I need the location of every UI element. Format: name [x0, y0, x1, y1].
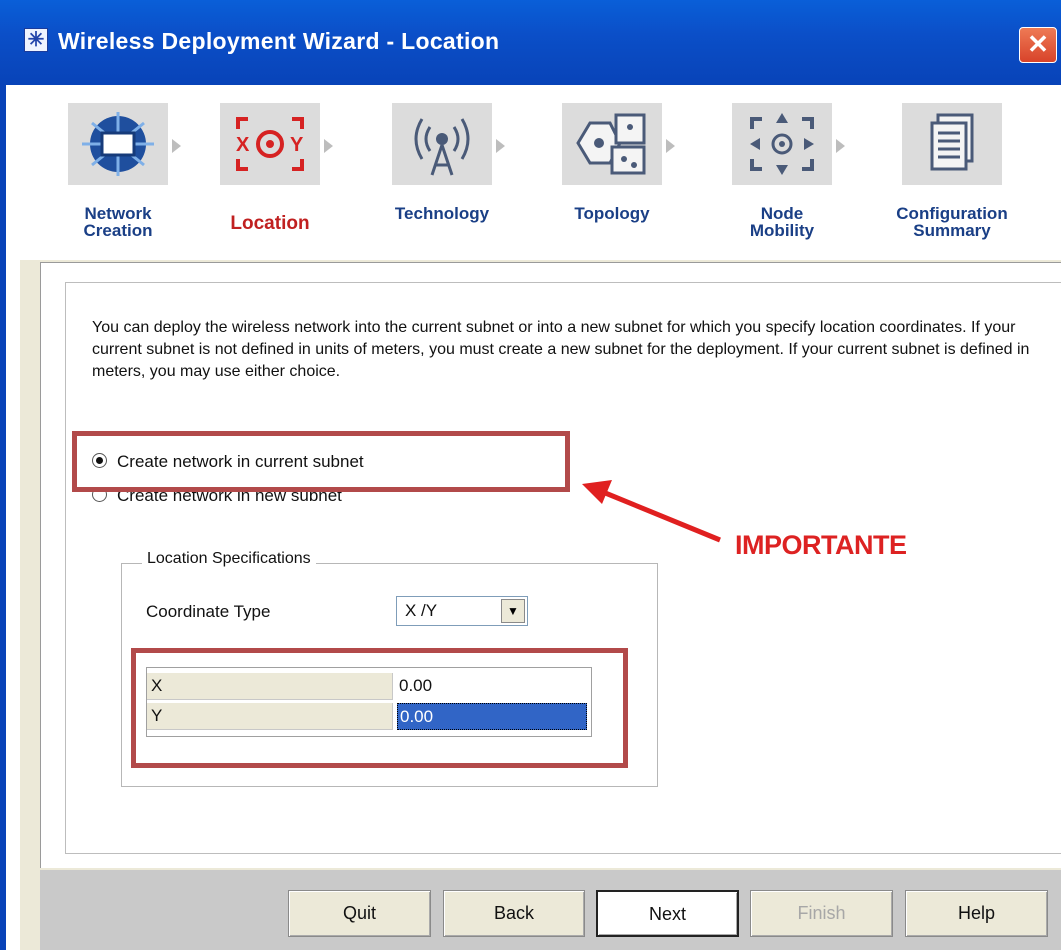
network-creation-icon: [68, 103, 168, 185]
coordinate-type-value: X /Y: [405, 601, 438, 620]
step-label: Topology: [574, 204, 650, 223]
group-title: Location Specifications: [142, 550, 316, 568]
window-title: Wireless Deployment Wizard - Location: [58, 28, 500, 54]
next-button[interactable]: Next: [596, 890, 739, 937]
title-bar: ✳ Wireless Deployment Wizard - Location …: [0, 0, 1061, 85]
configuration-summary-icon: [902, 103, 1002, 185]
step-arrow-icon: [172, 139, 181, 153]
app-icon: ✳: [24, 28, 48, 52]
step-label: Node Mobility: [749, 204, 815, 240]
description-text: You can deploy the wireless network into…: [92, 319, 1030, 380]
node-mobility-icon: [732, 103, 832, 185]
wizard-steps: Network Creation X Y Location Technology…: [20, 85, 1061, 260]
step-arrow-icon: [666, 139, 675, 153]
back-button[interactable]: Back: [443, 890, 585, 937]
help-button[interactable]: Help: [905, 890, 1048, 937]
finish-button: Finish: [750, 890, 893, 937]
coordinate-type-select[interactable]: X /Y ▼: [396, 596, 528, 626]
location-icon: X Y: [220, 103, 320, 185]
highlight-box-coordinates: [131, 648, 628, 768]
annotation-arrow-icon: [582, 480, 721, 543]
chevron-down-icon[interactable]: ▼: [501, 599, 525, 623]
step-arrow-icon: [496, 139, 505, 153]
step-label: Technology: [394, 204, 490, 223]
step-arrow-icon: [324, 139, 333, 153]
coordinate-type-label: Coordinate Type: [146, 602, 271, 621]
window-border: [0, 85, 20, 950]
step-arrow-icon: [836, 139, 845, 153]
topology-icon: [562, 103, 662, 185]
svg-text:X: X: [236, 134, 250, 156]
svg-text:Y: Y: [290, 134, 304, 156]
close-button[interactable]: ✕: [1019, 27, 1057, 63]
step-label: Network Creation: [83, 204, 153, 240]
quit-button[interactable]: Quit: [288, 890, 431, 937]
technology-icon: [392, 103, 492, 185]
annotation-label: IMPORTANTE: [735, 530, 907, 560]
highlight-box-radio: [72, 431, 570, 492]
step-label: Location: [230, 213, 310, 234]
step-label: Configuration Summary: [896, 204, 1008, 240]
